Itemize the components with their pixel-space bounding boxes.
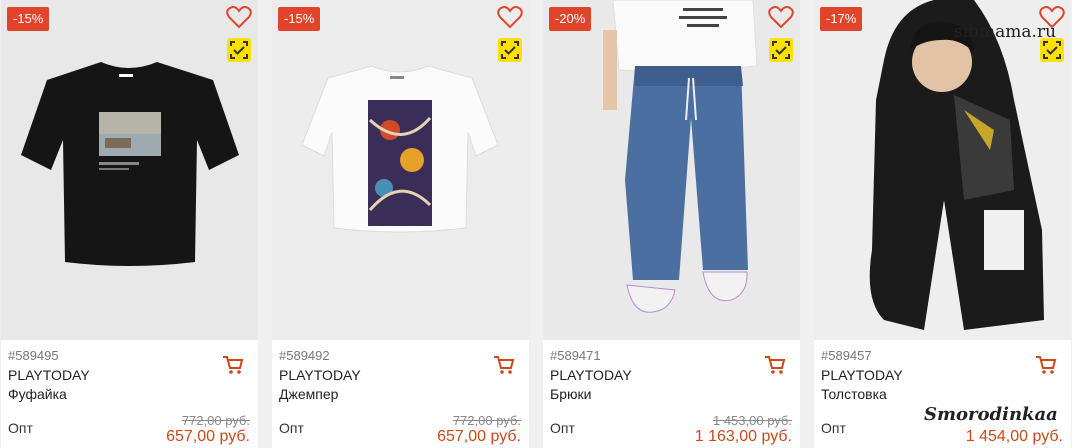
product-type[interactable]: Джемпер (279, 386, 338, 402)
product-brand[interactable]: PLAYTODAY (8, 367, 90, 383)
current-price: 657,00 руб. (437, 428, 521, 445)
cart-icon[interactable] (764, 355, 786, 375)
price-label: Опт (279, 420, 304, 436)
product-brand[interactable]: PLAYTODAY (279, 367, 361, 383)
product-info: #589492 PLAYTODAY Джемпер Опт 772,00 руб… (272, 340, 529, 448)
product-card[interactable]: -15% #589492 PLAYTODAY Джемпер Опт 772,0… (272, 0, 529, 448)
product-brand[interactable]: PLAYTODAY (821, 367, 903, 383)
current-price: 1 163,00 руб. (694, 428, 792, 445)
compare-icon[interactable] (227, 38, 251, 62)
current-price: 657,00 руб. (166, 428, 250, 445)
product-info: #589495 PLAYTODAY Фуфайка Опт 772,00 руб… (1, 340, 258, 448)
compare-icon[interactable] (769, 38, 793, 62)
old-price: 772,00 руб. (452, 413, 521, 428)
product-image[interactable]: -17% sibmama.ru (814, 0, 1071, 340)
discount-badge: -15% (7, 7, 50, 31)
current-price: 1 454,00 руб. (965, 428, 1063, 445)
old-price: 1 453,00 руб. (712, 413, 792, 428)
heart-icon[interactable] (768, 5, 794, 29)
price-label: Опт (550, 420, 575, 436)
product-sku: #589471 (550, 348, 601, 363)
product-card[interactable]: -20% #589471 PLAYTODAY Брюки Опт 1 453,0… (543, 0, 800, 448)
product-sku: #589492 (279, 348, 330, 363)
product-grid: -15% #589495 PLAYTODAY Фуфайка Опт 772,0… (0, 0, 1072, 448)
price-label: Опт (821, 420, 846, 436)
product-brand[interactable]: PLAYTODAY (550, 367, 632, 383)
cart-icon[interactable] (493, 355, 515, 375)
cart-icon[interactable] (1035, 355, 1057, 375)
product-image[interactable]: -15% (1, 0, 258, 340)
heart-icon[interactable] (226, 5, 252, 29)
site-watermark: sibmama.ru (954, 22, 1057, 42)
product-sku: #589457 (821, 348, 872, 363)
product-type[interactable]: Брюки (550, 386, 591, 402)
heart-icon[interactable] (497, 5, 523, 29)
price-label: Опт (8, 420, 33, 436)
product-info: #589457 PLAYTODAY Толстовка Опт Smorodin… (814, 340, 1071, 448)
product-sku: #589495 (8, 348, 59, 363)
product-image[interactable]: -15% (272, 0, 529, 340)
product-image[interactable]: -20% (543, 0, 800, 340)
compare-icon[interactable] (498, 38, 522, 62)
product-info: #589471 PLAYTODAY Брюки Опт 1 453,00 руб… (543, 340, 800, 448)
product-card[interactable]: -17% sibmama.ru #589457 PLAYTODAY Толсто… (814, 0, 1071, 448)
cart-icon[interactable] (222, 355, 244, 375)
discount-badge: -15% (278, 7, 321, 31)
discount-badge: -20% (549, 7, 592, 31)
old-price: 772,00 руб. (181, 413, 250, 428)
discount-badge: -17% (820, 7, 863, 31)
product-type[interactable]: Фуфайка (8, 386, 67, 402)
product-type[interactable]: Толстовка (821, 386, 887, 402)
product-card[interactable]: -15% #589495 PLAYTODAY Фуфайка Опт 772,0… (1, 0, 258, 448)
user-watermark: Smorodinkaa (924, 404, 1058, 425)
